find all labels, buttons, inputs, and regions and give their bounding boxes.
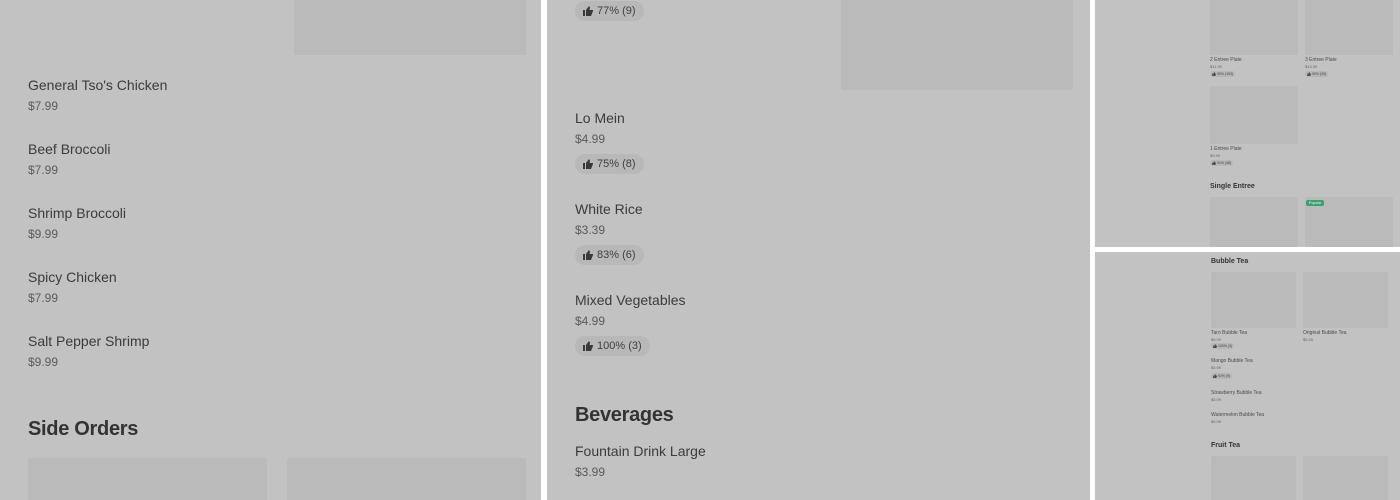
rating-text: 100% (3) <box>597 340 642 352</box>
item-image-placeholder[interactable] <box>841 0 1073 90</box>
section-title-beverages: Beverages <box>575 404 674 426</box>
section-title-fruit-tea: Fruit Tea <box>1211 442 1241 449</box>
item-price: $9.99 <box>28 227 59 241</box>
rating-text: 83% (6) <box>597 249 636 261</box>
rating-text: 100% (3) <box>1218 344 1233 348</box>
section-title-single-entree: Single Entree <box>1210 183 1255 190</box>
section-title-bubble-tea: Bubble Tea <box>1211 258 1249 265</box>
item-image-placeholder[interactable] <box>294 0 526 55</box>
item-name[interactable]: Salt Pepper Shrimp <box>28 333 149 349</box>
popular-badge: Popular <box>1306 200 1325 206</box>
item-price: $9.99 <box>1210 153 1221 158</box>
rating-pill: 91% (48) <box>1210 160 1234 166</box>
item-price: $7.99 <box>28 291 59 305</box>
section-title-side-orders: Side Orders <box>28 418 139 440</box>
item-price: $7.99 <box>28 163 59 177</box>
item-name[interactable]: 1 Entree Plate <box>1210 146 1242 152</box>
item-image-placeholder[interactable] <box>28 458 267 500</box>
item-name[interactable]: Fountain Drink Large <box>575 443 706 459</box>
rating-pill: 92% (9) <box>1211 373 1233 379</box>
item-price: $5.99 <box>1303 337 1314 342</box>
thumbs-up-icon <box>583 341 593 351</box>
menu-panel-plates: 2 Entree Plate $11.99 90% (103) 3 Entree… <box>1095 0 1400 247</box>
rating-text: 90% (93) <box>1312 72 1327 76</box>
item-name[interactable]: Taro Bubble Tea <box>1211 330 1247 336</box>
rating-text: 92% (9) <box>1218 374 1231 378</box>
item-image-placeholder[interactable] <box>1210 86 1298 144</box>
item-price: $13.99 <box>1305 64 1318 69</box>
item-image-placeholder[interactable] <box>1305 0 1393 55</box>
rating-text: 75% (8) <box>597 158 636 170</box>
thumbs-up-icon <box>1212 72 1216 76</box>
item-name[interactable]: Strawberry Bubble Tea <box>1211 390 1262 396</box>
rating-text: 91% (48) <box>1217 161 1232 165</box>
item-price: $4.99 <box>575 132 606 146</box>
item-image-placeholder[interactable] <box>287 458 526 500</box>
rating-pill: 100% (3) <box>1211 343 1235 349</box>
item-name[interactable]: Spicy Chicken <box>28 269 117 285</box>
rating-pill: 100% (3) <box>575 336 650 356</box>
item-image-placeholder[interactable] <box>1211 272 1296 328</box>
thumbs-up-icon <box>1213 374 1217 378</box>
item-image-placeholder[interactable] <box>1303 272 1388 328</box>
rating-pill: 90% (103) <box>1210 71 1236 77</box>
item-price: $5.99 <box>1211 397 1222 402</box>
item-name[interactable]: 3 Entree Plate <box>1305 57 1337 63</box>
thumbs-up-icon <box>583 250 593 260</box>
item-name[interactable]: Beef Broccoli <box>28 141 110 157</box>
item-price: $4.99 <box>575 314 606 328</box>
rating-pill: 75% (8) <box>575 154 644 174</box>
rating-pill: 77% (9) <box>575 1 644 21</box>
rating-pill: 90% (93) <box>1305 71 1329 77</box>
item-image-placeholder[interactable] <box>1210 0 1298 55</box>
item-price: $11.99 <box>1210 64 1222 69</box>
item-price: $7.99 <box>28 99 59 113</box>
menu-panel-entrees: General Tso's Chicken $7.99 Beef Broccol… <box>0 0 541 500</box>
item-name[interactable]: Shrimp Broccoli <box>28 205 126 221</box>
menu-panel-sides: 77% (9) Lo Mein $4.99 75% (8) White Rice… <box>547 0 1090 500</box>
thumbs-up-icon <box>1307 72 1311 76</box>
item-name[interactable]: White Rice <box>575 201 643 217</box>
thumbs-up-icon <box>583 159 593 169</box>
item-name[interactable]: Watermelon Bubble Tea <box>1211 412 1264 418</box>
thumbs-up-icon <box>1213 344 1217 348</box>
thumbs-up-icon <box>583 6 593 16</box>
item-price: $5.99 <box>1211 365 1222 370</box>
item-name[interactable]: Lo Mein <box>575 110 625 126</box>
rating-text: 90% (103) <box>1217 72 1234 76</box>
item-price: $5.99 <box>1211 419 1222 424</box>
item-price: $5.99 <box>1211 337 1222 342</box>
thumbs-up-icon <box>1212 161 1216 165</box>
item-image-placeholder[interactable] <box>1303 456 1388 500</box>
item-price: $3.99 <box>575 465 606 479</box>
rating-pill: 83% (6) <box>575 245 644 265</box>
item-name[interactable]: General Tso's Chicken <box>28 77 167 93</box>
item-name[interactable]: Mixed Vegetables <box>575 292 686 308</box>
item-name[interactable]: Original Bubble Tea <box>1303 330 1347 336</box>
item-name[interactable]: 2 Entree Plate <box>1210 57 1242 63</box>
item-name[interactable]: Mango Bubble Tea <box>1211 358 1253 364</box>
menu-panel-bubble-tea: Bubble Tea Taro Bubble Tea $5.99 100% (3… <box>1095 252 1400 500</box>
item-image-placeholder[interactable] <box>1210 197 1298 247</box>
item-image-placeholder[interactable] <box>1211 456 1296 500</box>
item-price: $9.99 <box>28 355 59 369</box>
rating-text: 77% (9) <box>597 5 636 17</box>
item-price: $3.39 <box>575 223 606 237</box>
